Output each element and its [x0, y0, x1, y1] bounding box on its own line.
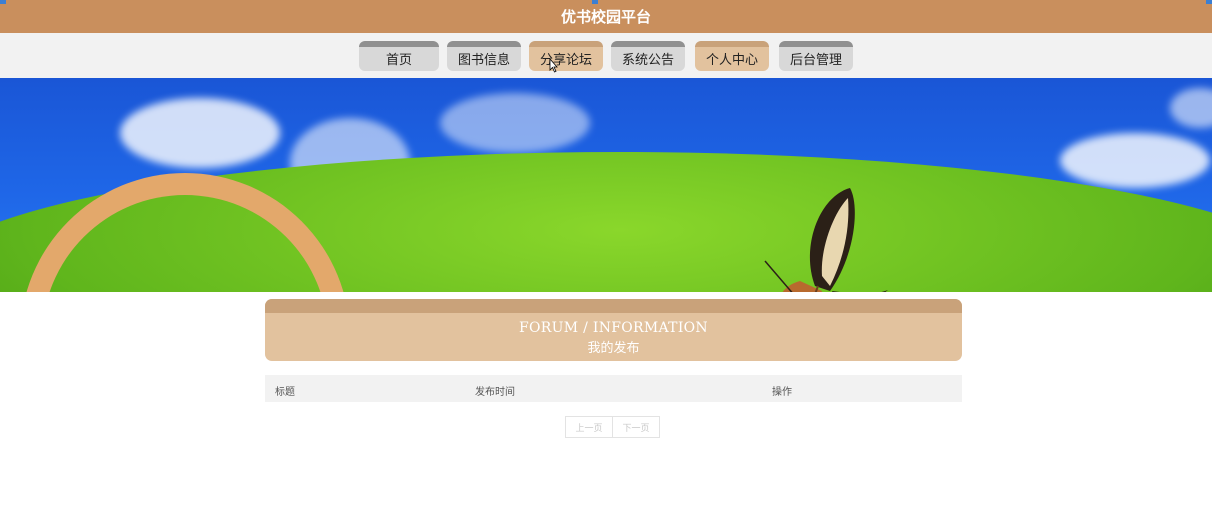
hero-banner — [0, 78, 1212, 292]
site-title: 优书校园平台 — [560, 8, 651, 26]
resize-handle — [592, 0, 598, 4]
nav-books[interactable]: 图书信息 — [447, 40, 521, 71]
cloud-shape — [440, 93, 590, 153]
nav-home[interactable]: 首页 — [359, 40, 439, 71]
nav-personal-center[interactable]: 个人中心 — [695, 40, 769, 71]
panel-title-en: FORUM / INFORMATION — [519, 320, 708, 336]
column-header-title: 标题 — [275, 387, 295, 398]
table-header: 标题 发布时间 操作 — [265, 375, 962, 402]
nav-forum[interactable]: 分享论坛 — [529, 40, 603, 71]
nav-announcements[interactable]: 系统公告 — [611, 40, 685, 71]
cloud-shape — [120, 98, 280, 168]
forum-panel: FORUM / INFORMATION 我的发布 标题 发布时间 操作 — [265, 299, 962, 402]
column-header-publish-time: 发布时间 — [475, 387, 515, 398]
butterfly-image — [764, 188, 888, 292]
app-header: 优书校园平台 — [0, 0, 1212, 33]
nav-admin[interactable]: 后台管理 — [779, 40, 853, 71]
cloud-shape — [1170, 88, 1212, 128]
mouse-cursor-icon — [549, 58, 558, 73]
prev-page-button[interactable]: 上一页 — [565, 416, 613, 438]
main-nav: 首页 图书信息 分享论坛 系统公告 个人中心 后台管理 — [0, 33, 1212, 78]
panel-header: FORUM / INFORMATION 我的发布 — [265, 299, 962, 361]
resize-handle — [0, 0, 6, 4]
resize-handle — [1206, 0, 1212, 4]
cloud-shape — [1060, 133, 1210, 188]
panel-title-cn: 我的发布 — [587, 341, 640, 356]
column-header-actions: 操作 — [772, 387, 792, 398]
next-page-button[interactable]: 下一页 — [613, 416, 660, 438]
pagination: 上一页 下一页 — [565, 416, 660, 438]
panel-header-band — [265, 299, 962, 313]
